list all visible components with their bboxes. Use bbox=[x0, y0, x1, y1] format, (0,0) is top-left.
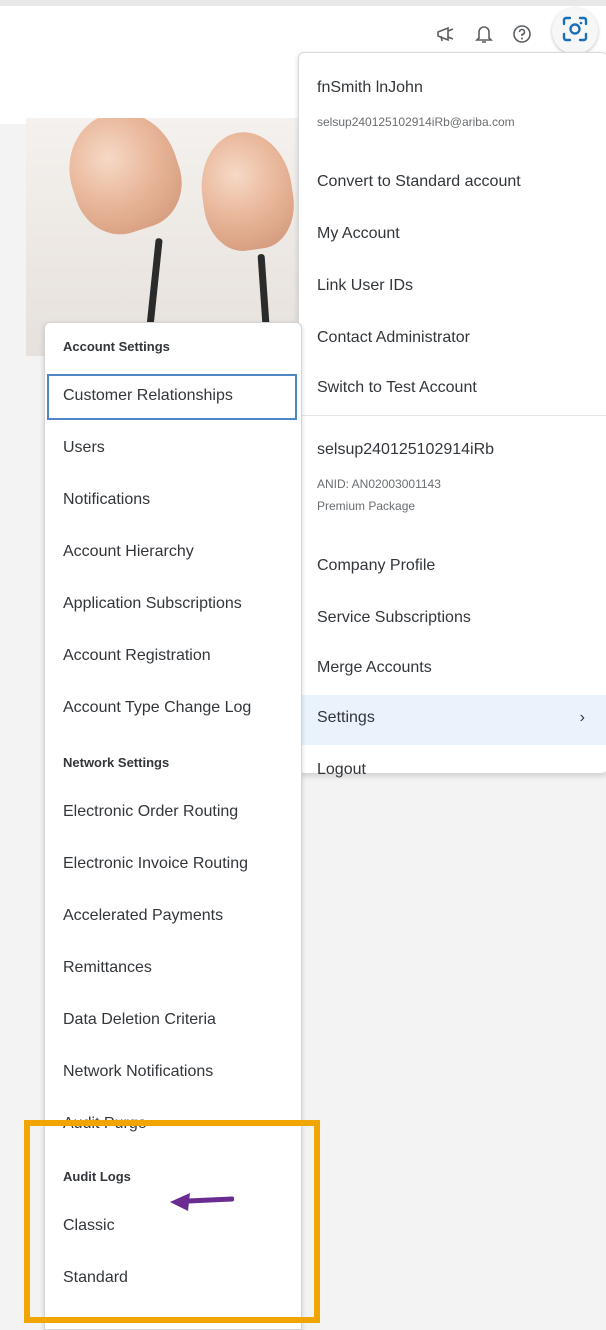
camera-capture-icon bbox=[560, 14, 590, 49]
settings-item-label: Settings bbox=[317, 709, 375, 726]
anid-label: ANID: AN02003001143 bbox=[317, 477, 441, 491]
hero-image bbox=[26, 118, 302, 356]
logout-item[interactable]: Logout bbox=[317, 761, 366, 779]
electronic-invoice-routing-item[interactable]: Electronic Invoice Routing bbox=[63, 855, 248, 873]
annotation-highlight-box bbox=[24, 1120, 320, 1323]
application-subscriptions-item[interactable]: Application Subscriptions bbox=[63, 595, 242, 613]
help-icon[interactable] bbox=[510, 22, 534, 46]
customer-relationships-item[interactable]: Customer Relationships bbox=[63, 387, 233, 405]
accelerated-payments-item[interactable]: Accelerated Payments bbox=[63, 907, 223, 925]
contact-administrator-item[interactable]: Contact Administrator bbox=[317, 329, 470, 347]
data-deletion-criteria-item[interactable]: Data Deletion Criteria bbox=[63, 1011, 216, 1029]
chevron-right-icon: › bbox=[579, 709, 585, 726]
camera-capture-button[interactable] bbox=[552, 8, 598, 54]
company-profile-item[interactable]: Company Profile bbox=[317, 557, 435, 575]
notifications-item[interactable]: Notifications bbox=[63, 491, 150, 509]
annotation-arrow-icon bbox=[168, 1190, 235, 1217]
network-settings-heading: Network Settings bbox=[63, 755, 170, 770]
company-user-id: selsup240125102914iRb bbox=[317, 441, 495, 458]
bell-icon[interactable] bbox=[472, 22, 496, 46]
menu-divider bbox=[299, 415, 606, 416]
user-name: fnSmith lnJohn bbox=[317, 79, 423, 96]
chair-seat-right bbox=[194, 126, 300, 256]
service-subscriptions-item[interactable]: Service Subscriptions bbox=[317, 609, 471, 627]
chair-seat-left bbox=[54, 118, 194, 246]
link-user-ids-item[interactable]: Link User IDs bbox=[317, 277, 413, 295]
megaphone-icon[interactable] bbox=[434, 22, 458, 46]
users-item[interactable]: Users bbox=[63, 439, 105, 457]
settings-item[interactable]: Settings › bbox=[299, 695, 606, 745]
switch-test-account-item[interactable]: Switch to Test Account bbox=[317, 379, 477, 397]
account-settings-heading: Account Settings bbox=[63, 339, 170, 354]
account-registration-item[interactable]: Account Registration bbox=[63, 647, 211, 665]
remittances-item[interactable]: Remittances bbox=[63, 959, 152, 977]
network-notifications-item[interactable]: Network Notifications bbox=[63, 1063, 213, 1081]
account-type-change-log-item[interactable]: Account Type Change Log bbox=[63, 699, 251, 717]
package-label: Premium Package bbox=[317, 499, 416, 513]
account-hierarchy-item[interactable]: Account Hierarchy bbox=[63, 543, 194, 561]
convert-standard-account-item[interactable]: Convert to Standard account bbox=[317, 173, 521, 191]
user-email: selsup240125102914iRb@ariba.com bbox=[317, 115, 515, 129]
user-menu: fnSmith lnJohn selsup240125102914iRb@ari… bbox=[298, 52, 606, 778]
header-icons bbox=[434, 22, 534, 46]
merge-accounts-item[interactable]: Merge Accounts bbox=[317, 659, 432, 677]
electronic-order-routing-item[interactable]: Electronic Order Routing bbox=[63, 803, 238, 821]
my-account-item[interactable]: My Account bbox=[317, 225, 400, 243]
